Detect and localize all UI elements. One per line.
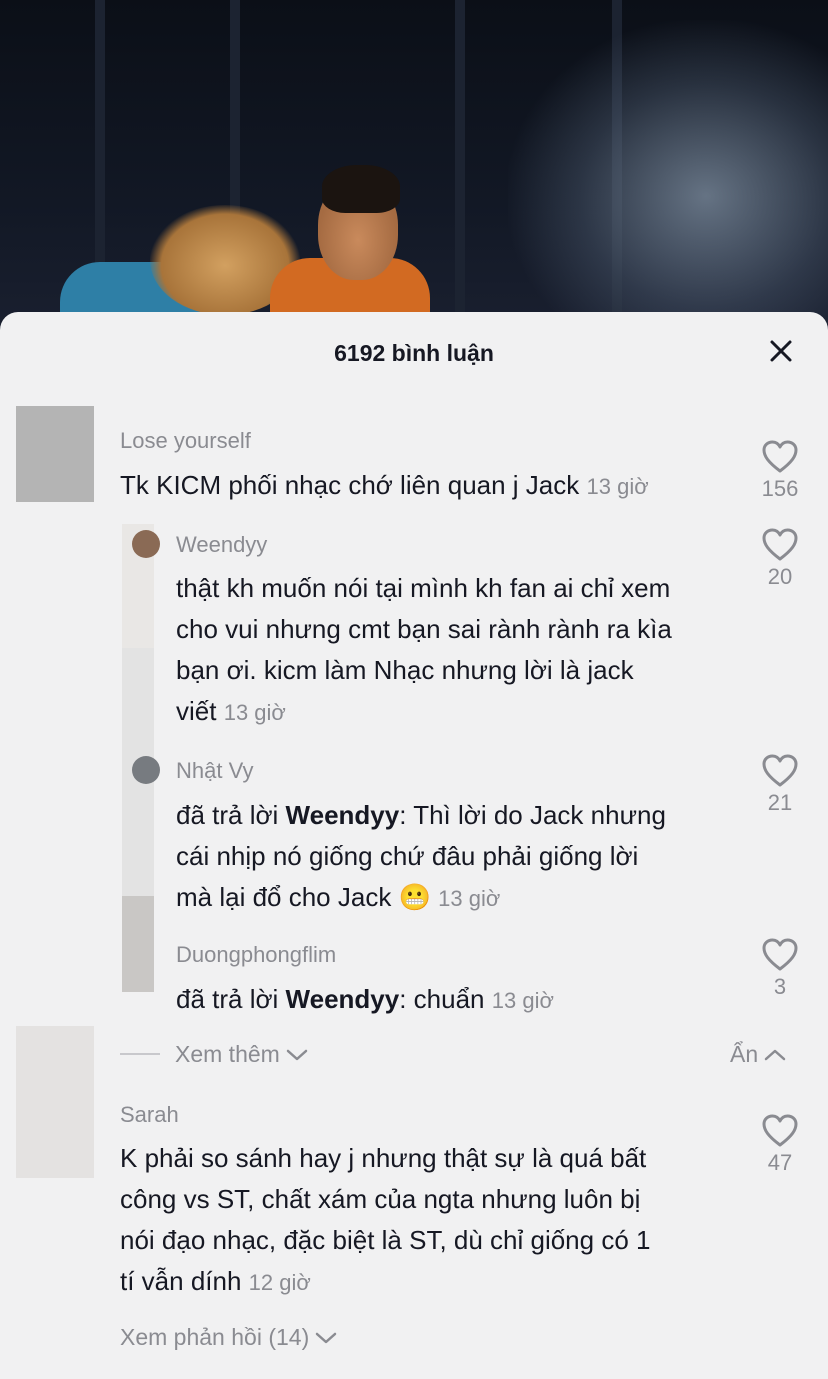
comment-username[interactable]: Lose yourself (120, 428, 251, 454)
like-button[interactable]: 47 (750, 1114, 810, 1176)
curtain-stripe (455, 0, 465, 340)
divider-line (120, 1053, 160, 1055)
comment-text: K phải so sánh hay j nhưng thật sự là qu… (120, 1143, 651, 1296)
heart-icon (762, 528, 798, 561)
reply-username[interactable]: Duongphongflim (176, 942, 336, 968)
reply-time: 13 giờ (438, 886, 501, 911)
hide-replies-button[interactable]: Ẩn (730, 1041, 786, 1068)
like-button[interactable]: 20 (750, 528, 810, 590)
heart-icon (762, 938, 798, 971)
like-count: 47 (767, 1150, 793, 1175)
comment-time: 13 giờ (586, 474, 649, 499)
heart-icon (762, 440, 798, 473)
person-right-hair (322, 165, 400, 213)
like-button[interactable]: 156 (750, 440, 810, 502)
avatar[interactable] (132, 756, 160, 784)
avatar[interactable] (122, 896, 154, 992)
like-button[interactable]: 3 (750, 938, 810, 1000)
like-count: 3 (773, 974, 787, 999)
avatar[interactable] (16, 1026, 94, 1178)
like-button[interactable]: 21 (750, 754, 810, 816)
reply-to-user[interactable]: Weendyy (286, 984, 400, 1014)
avatar[interactable] (132, 530, 160, 558)
chevron-down-icon (315, 1332, 337, 1343)
heart-icon (762, 1114, 798, 1147)
chevron-up-icon (764, 1049, 786, 1060)
reply-text: thật kh muốn nói tại mình kh fan ai chỉ … (176, 573, 672, 726)
close-icon[interactable] (768, 338, 794, 364)
like-count: 20 (767, 564, 793, 589)
see-more-button[interactable]: Xem thêm (175, 1041, 308, 1068)
grimace-emoji: 😬 (398, 882, 431, 912)
video-background (0, 0, 828, 340)
like-count: 21 (767, 790, 793, 815)
reply-text: đã trả lời Weendyy: Thì lời do Jack nhưn… (176, 800, 666, 912)
reply-username[interactable]: Nhật Vy (176, 758, 253, 784)
comment-time: 12 giờ (248, 1270, 311, 1295)
view-replies-button[interactable]: Xem phản hồi (14) (120, 1324, 337, 1351)
comment-text: Tk KICM phối nhạc chớ liên quan j Jack 1… (120, 470, 649, 500)
reply-text: đã trả lời Weendyy: chuẩn 13 giờ (176, 984, 554, 1014)
comments-sheet: 6192 bình luận Lose yourself Tk KICM phố… (0, 312, 828, 1379)
chevron-down-icon (286, 1049, 308, 1060)
like-count: 156 (761, 476, 799, 501)
reply-username[interactable]: Weendyy (176, 532, 267, 558)
reply-to-user[interactable]: Weendyy (286, 800, 400, 830)
stage-smoke (508, 20, 828, 340)
comment-username[interactable]: Sarah (120, 1102, 179, 1128)
avatar[interactable] (16, 406, 94, 502)
reply-time: 13 giờ (223, 700, 286, 725)
comments-count-title: 6192 bình luận (334, 340, 494, 366)
heart-icon (762, 754, 798, 787)
reply-time: 13 giờ (491, 988, 554, 1013)
